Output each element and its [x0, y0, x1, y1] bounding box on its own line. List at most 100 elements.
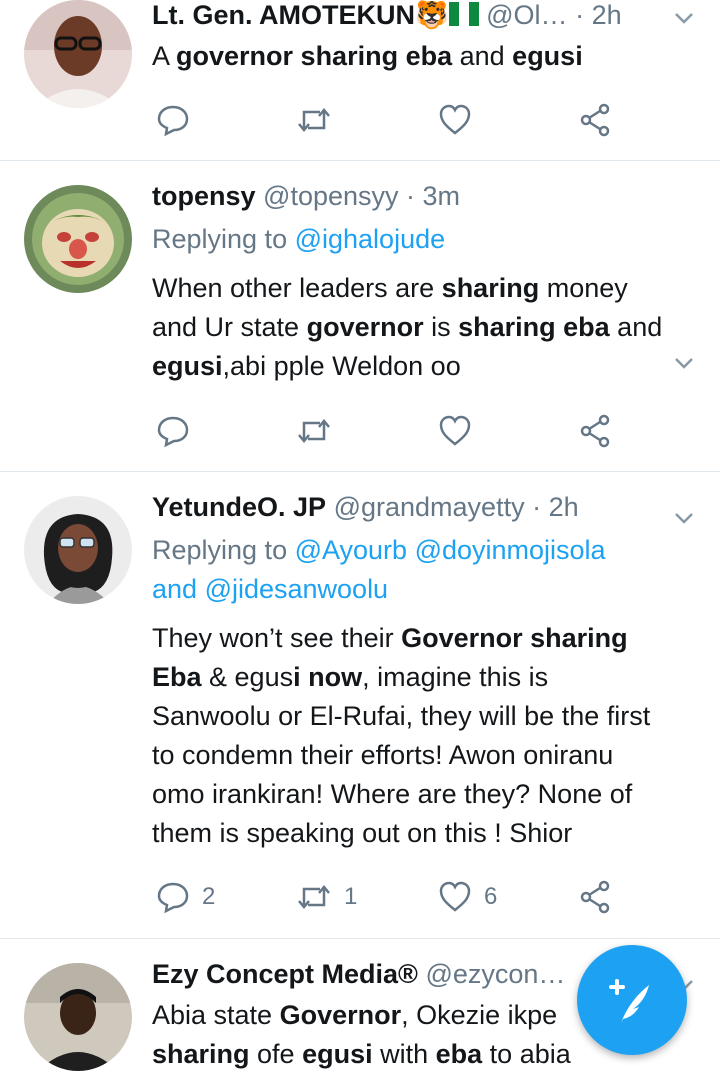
mention-link[interactable]: @ighalojude	[295, 224, 446, 254]
like-button[interactable]	[438, 100, 472, 140]
bold-text: egusi	[302, 1039, 373, 1069]
bold-text: sharing	[441, 273, 540, 303]
text-segment: to condemn their efforts! Awon oniranu	[152, 740, 614, 770]
replying-to: Replying to @ighalojude	[152, 220, 700, 259]
tweet-text: A governor sharing eba and egusi	[152, 37, 700, 76]
chevron-down-icon[interactable]	[672, 506, 696, 530]
text-segment: Abia state	[152, 1000, 280, 1030]
compose-tweet-button[interactable]	[577, 945, 687, 1055]
share-button[interactable]	[578, 100, 612, 140]
tweet-text-line: and Ur state governor is sharing eba and	[152, 308, 700, 347]
nigeria-flag-icon	[448, 0, 479, 33]
text-segment: , Okezie ikpe	[401, 1000, 558, 1030]
like-icon	[439, 415, 471, 446]
avatar[interactable]	[24, 963, 132, 1071]
tweet-text-line: Sanwoolu or El-Rufai, they will be the f…	[152, 697, 700, 736]
chevron-down-icon[interactable]	[672, 6, 696, 30]
retweet-icon	[298, 108, 330, 132]
bold-text: Governor	[279, 1000, 402, 1030]
tweet-text: When other leaders are sharing money and …	[152, 269, 700, 386]
text-segment: When other leaders are	[152, 273, 442, 303]
chevron-down-icon[interactable]	[672, 351, 696, 375]
text-segment: them is speaking out on this ! Shior	[152, 818, 573, 848]
tweet-text-line: They won’t see their Governor sharing	[152, 619, 700, 658]
reply-button[interactable]	[156, 100, 190, 140]
user-name[interactable]: YetundeO. JP	[152, 492, 326, 522]
mention-link[interactable]: @jidesanwoolu	[205, 574, 389, 604]
text-segment: with	[372, 1039, 436, 1069]
tweet[interactable]: YetundeO. JP @grandmayetty · 2h Replying…	[0, 472, 720, 939]
tweet-time: · 3m	[406, 181, 461, 211]
tweet[interactable]: topensy @topensyy · 3m Replying to @igha…	[0, 161, 720, 472]
tweet-text-line: to condemn their efforts! Awon oniranu	[152, 736, 700, 775]
text-segment: & egus	[201, 662, 294, 692]
bold-text: egusi	[152, 351, 223, 381]
bold-text: egusi	[512, 41, 583, 71]
user-handle[interactable]: @ezycon…	[425, 959, 565, 989]
compose-icon	[609, 979, 649, 1023]
user-handle[interactable]: @topensyy	[263, 181, 398, 211]
like-button[interactable]: 6	[438, 877, 497, 917]
mention-link[interactable]: @Ayourb @doyinmojisola	[295, 535, 606, 565]
share-icon	[580, 880, 610, 914]
avatar[interactable]	[24, 496, 132, 604]
reply-icon	[157, 105, 189, 137]
user-name[interactable]: Lt. Gen. AMOTEKUN	[152, 0, 415, 30]
tweet-text-line: them is speaking out on this ! Shior	[152, 814, 700, 853]
bold-text: eba	[435, 1039, 483, 1069]
text-segment: is	[423, 312, 459, 342]
tweet[interactable]: Lt. Gen. AMOTEKUN🐯 @Ol… · 2h A governor …	[0, 0, 720, 161]
replying-to-label: Replying to	[152, 535, 295, 565]
text-segment: Sanwoolu or El-Rufai, they will be the f…	[152, 701, 651, 731]
retweet-button[interactable]	[296, 411, 332, 451]
replying-to: Replying to @Ayourb @doyinmojisola and @…	[152, 531, 700, 609]
bold-text: governor sharing eba	[176, 41, 453, 71]
retweet-icon	[298, 419, 330, 443]
user-name[interactable]: Ezy Concept Media®	[152, 959, 418, 989]
share-button[interactable]	[578, 411, 612, 451]
tweet-text-line: When other leaders are sharing money	[152, 269, 700, 308]
share-icon	[580, 103, 610, 137]
reply-button[interactable]	[156, 411, 190, 451]
text-segment: ,abi pple Weldon oo	[222, 351, 461, 381]
replying-to-label: Replying to	[152, 224, 295, 254]
reply-icon	[157, 416, 189, 448]
text-segment: omo irankiran! Where are they? None of	[152, 779, 633, 809]
tweet-text-line: Eba & egusi now, imagine this is	[152, 658, 700, 697]
user-name[interactable]: topensy	[152, 181, 256, 211]
tweet-text: They won’t see their Governor sharing Eba…	[152, 619, 700, 853]
bold-text: sharing	[152, 1039, 250, 1069]
text-segment: and	[452, 41, 513, 71]
timeline: Lt. Gen. AMOTEKUN🐯 @Ol… · 2h A governor …	[0, 0, 720, 1081]
user-handle[interactable]: @grandmayetty	[334, 492, 525, 522]
reply-button[interactable]: 2	[156, 877, 215, 917]
like-icon	[439, 104, 471, 135]
retweet-icon	[298, 885, 330, 909]
reply-count: 2	[202, 883, 216, 910]
tiger-emoji: 🐯	[415, 0, 449, 30]
text-segment: and	[609, 312, 663, 342]
like-button[interactable]	[438, 411, 472, 451]
text-segment: money	[539, 273, 628, 303]
retweet-button[interactable]: 1	[296, 877, 357, 917]
bold-text: Eba	[152, 662, 202, 692]
tweet-time: · 2h	[532, 492, 579, 522]
user-handle[interactable]: @Ol…	[486, 0, 567, 30]
replying-and-label: and	[152, 574, 205, 604]
share-button[interactable]	[578, 877, 612, 917]
bold-text: Governor sharing	[401, 623, 628, 653]
tweet-text-line: egusi,abi pple Weldon oo	[152, 347, 700, 386]
bold-text: i now	[293, 662, 363, 692]
avatar[interactable]	[24, 185, 132, 293]
bold-text: sharing eba	[458, 312, 610, 342]
share-icon	[580, 414, 610, 448]
text-segment: to abia	[482, 1039, 571, 1069]
bold-text: governor	[306, 312, 424, 342]
retweet-button[interactable]	[296, 100, 332, 140]
text-segment: , imagine this is	[362, 662, 549, 692]
reply-icon	[157, 882, 189, 914]
like-icon	[439, 881, 471, 912]
text-segment: ofe	[249, 1039, 303, 1069]
retweet-count: 1	[344, 883, 358, 910]
avatar[interactable]	[24, 0, 132, 108]
